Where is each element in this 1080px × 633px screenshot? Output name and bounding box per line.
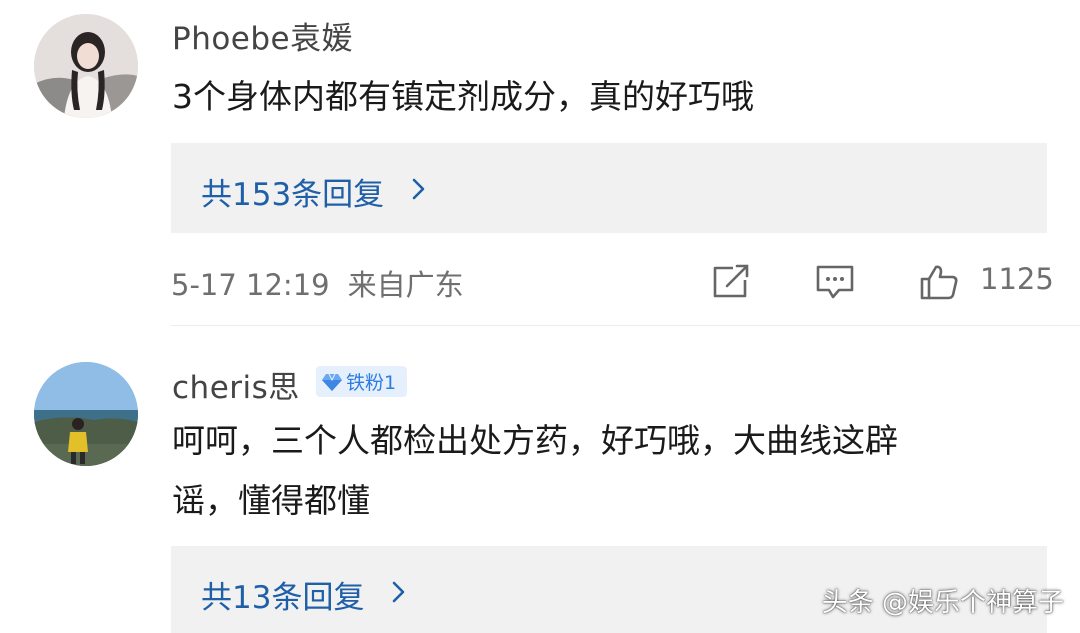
replies-link[interactable]: 共153条回复 [201, 169, 384, 214]
comment-time: 5-17 12:19 [171, 268, 330, 302]
comment-icon [816, 265, 854, 299]
diamond-badge-icon [322, 373, 342, 391]
comment-text-line: 谣，懂得都懂 [172, 481, 370, 520]
repost-button[interactable] [711, 264, 751, 300]
comment-meta: 5-17 12:19 来自广东 [171, 262, 482, 304]
watermark: 头条 @娱乐个神算子 [821, 588, 1064, 618]
avatar[interactable] [34, 14, 138, 118]
comment-item: Phoebe袁媛 3个身体内都有镇定剂成分，真的好巧哦 共153条回复 5-17… [0, 0, 1080, 325]
comment-text-line: 呵呵，三个人都检出处方药，好巧哦，大曲线这辟 [172, 421, 898, 460]
like-button[interactable] [919, 264, 959, 300]
replies-box[interactable]: 共153条回复 [171, 143, 1047, 233]
like-count: 1125 [980, 262, 1054, 296]
badge-label: 铁粉1 [346, 372, 397, 394]
comment-location: 来自广东 [347, 268, 464, 302]
chevron-right-icon [412, 178, 425, 200]
comment-text: 3个身体内都有镇定剂成分，真的好巧哦 [172, 67, 754, 127]
repost-icon [713, 264, 749, 298]
avatar-image [34, 14, 138, 118]
fan-badge[interactable]: 铁粉1 [316, 366, 407, 397]
username[interactable]: cheris思 [172, 362, 300, 407]
comment-text-line: 3个身体内都有镇定剂成分，真的好巧哦 [172, 77, 754, 116]
username[interactable]: Phoebe袁媛 [172, 13, 353, 58]
chevron-right-icon [392, 581, 405, 603]
comment-button[interactable] [815, 264, 855, 300]
comment-text: 呵呵，三个人都检出处方药，好巧哦，大曲线这辟 谣，懂得都懂 [172, 411, 898, 531]
avatar-image [34, 362, 138, 466]
replies-link[interactable]: 共13条回复 [201, 572, 364, 617]
avatar[interactable] [34, 362, 138, 466]
like-icon [920, 265, 958, 300]
